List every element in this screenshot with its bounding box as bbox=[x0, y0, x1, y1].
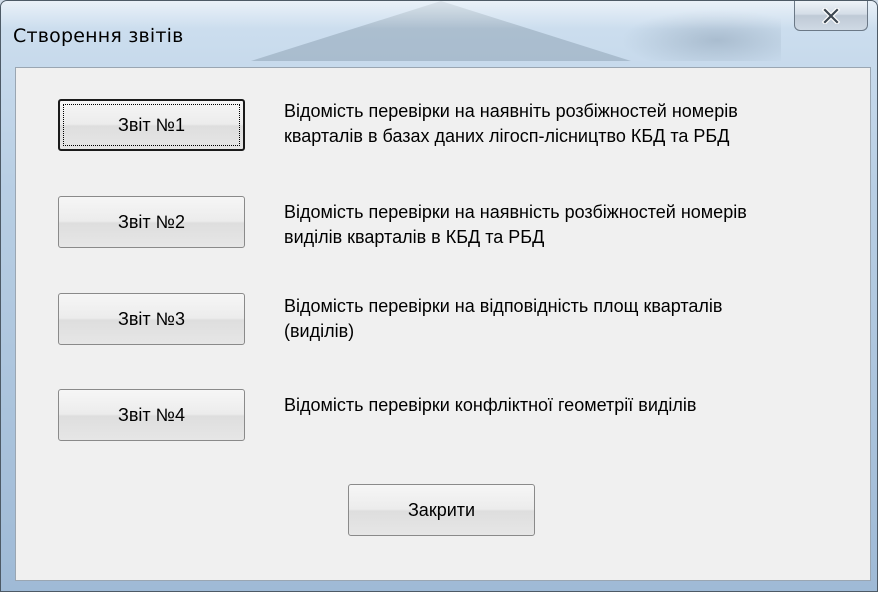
report-2-button[interactable]: Звіт №2 bbox=[58, 196, 245, 248]
window-close-button[interactable] bbox=[794, 1, 868, 31]
report-1-description-line: Відомість перевірки на наявніть розбіжно… bbox=[284, 101, 738, 121]
dialog-window: Створення звітів Звіт №1 Відомість перев… bbox=[0, 0, 878, 592]
report-4-description: Відомість перевірки конфліктної геометрі… bbox=[284, 393, 844, 418]
close-button[interactable]: Закрити bbox=[348, 484, 535, 536]
report-3-description-line: Відомість перевірки на відповідність пло… bbox=[284, 296, 723, 316]
report-3-button-label: Звіт №3 bbox=[118, 308, 185, 329]
report-1-description-line: кварталів в базах даних лігосп-лісництво… bbox=[284, 126, 730, 146]
report-2-description: Відомість перевірки на наявність розбіжн… bbox=[284, 200, 844, 250]
report-2-button-label: Звіт №2 bbox=[118, 211, 185, 232]
report-3-description: Відомість перевірки на відповідність пло… bbox=[284, 294, 844, 344]
window-title: Створення звітів bbox=[13, 25, 184, 47]
report-4-description-line: Відомість перевірки конфліктної геометрі… bbox=[284, 395, 697, 415]
report-2-description-line: виділів кварталів в КБД та РБД bbox=[284, 227, 545, 247]
report-1-button[interactable]: Звіт №1 bbox=[58, 99, 245, 151]
close-button-label: Закрити bbox=[407, 499, 476, 520]
close-icon bbox=[821, 7, 841, 24]
report-3-description-line: (виділів) bbox=[284, 321, 355, 341]
report-1-button-label: Звіт №1 bbox=[118, 114, 185, 135]
report-3-button[interactable]: Звіт №3 bbox=[58, 293, 245, 345]
report-2-description-line: Відомість перевірки на наявність розбіжн… bbox=[284, 202, 747, 222]
report-1-description: Відомість перевірки на наявніть розбіжно… bbox=[284, 99, 844, 149]
report-4-button-label: Звіт №4 bbox=[118, 404, 185, 425]
report-4-button[interactable]: Звіт №4 bbox=[58, 389, 245, 441]
dialog-client-area: Звіт №1 Відомість перевірки на наявніть … bbox=[15, 67, 871, 581]
